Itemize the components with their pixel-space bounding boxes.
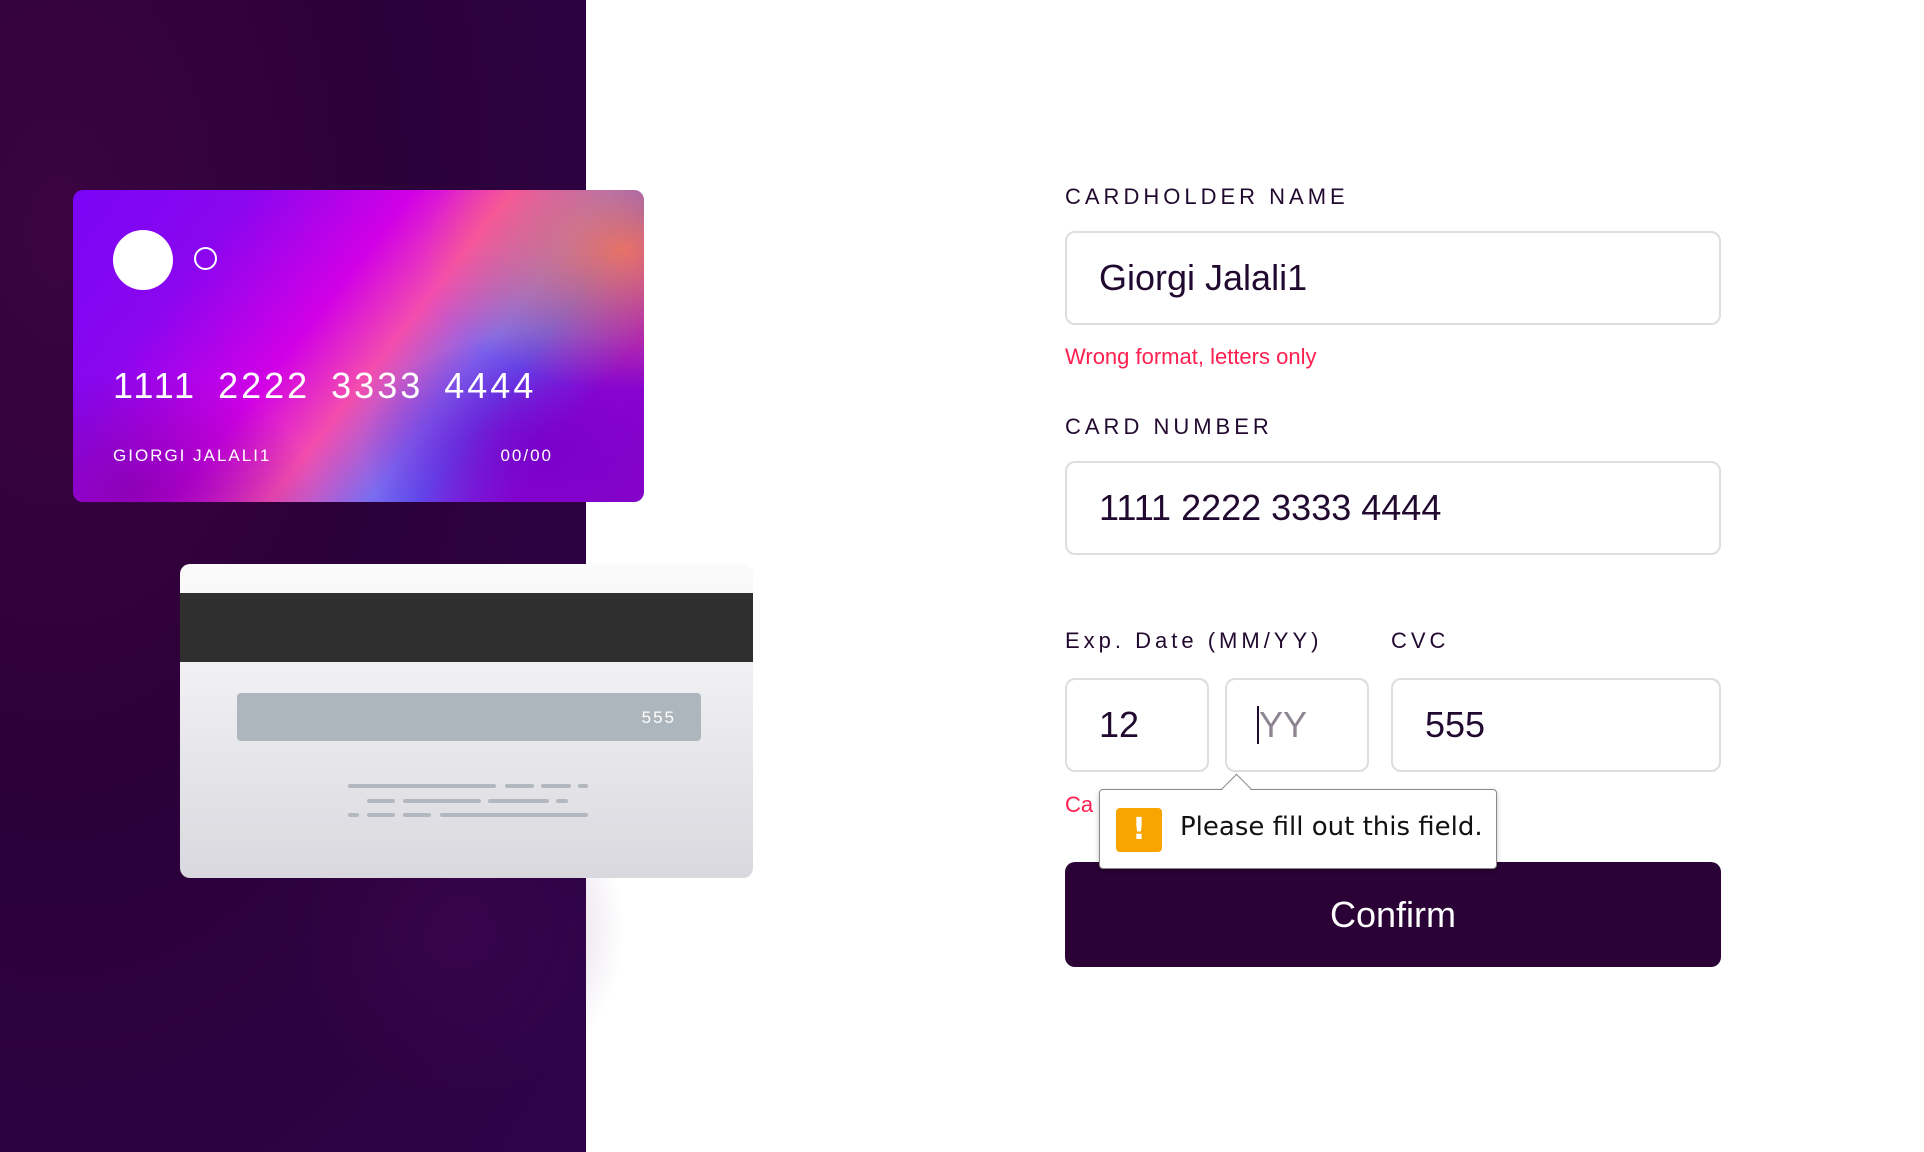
card-number-label: CARD NUMBER	[1065, 414, 1273, 439]
validation-tooltip: ! Please fill out this field.	[1099, 773, 1497, 869]
card-signature-strip: 555	[237, 693, 701, 741]
warning-icon: !	[1116, 808, 1162, 852]
exp-month-input[interactable]	[1065, 678, 1209, 772]
card-logo-small-circle	[194, 247, 217, 270]
cvc-input[interactable]	[1391, 678, 1721, 772]
text-cursor	[1257, 706, 1259, 744]
card-magnetic-stripe	[180, 593, 753, 662]
card-logo-large-circle	[113, 230, 173, 290]
cardholder-name-error: Wrong format, letters only	[1065, 344, 1317, 369]
card-number-input[interactable]	[1065, 461, 1721, 555]
card-front-name: GIORGI JALALI1	[113, 446, 272, 465]
card-back-cvc: 555	[641, 708, 676, 727]
card-front-expiry: 00/00	[500, 446, 553, 465]
card-front-preview: 1111 2222 3333 4444 GIORGI JALALI1 00/00	[73, 190, 644, 502]
card-back-preview: 555	[180, 564, 753, 878]
card-front-number: 1111 2222 3333 4444	[113, 365, 537, 406]
cardholder-name-input[interactable]	[1065, 231, 1721, 325]
cardholder-name-label: CARDHOLDER NAME	[1065, 184, 1349, 209]
confirm-button[interactable]: Confirm	[1065, 862, 1721, 967]
exp-date-error: Ca	[1065, 792, 1094, 817]
validation-message: Please fill out this field.	[1180, 812, 1483, 842]
tooltip-arrow	[1221, 773, 1252, 804]
exp-year-input[interactable]	[1225, 678, 1369, 772]
cvc-label: CVC	[1391, 628, 1450, 653]
exp-date-label: Exp. Date (MM/YY)	[1065, 628, 1323, 653]
